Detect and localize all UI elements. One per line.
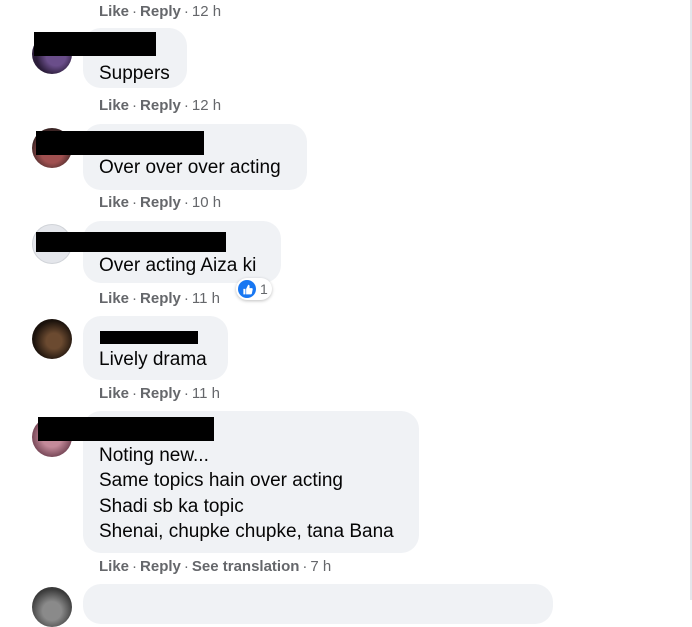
comment-text: Shadi sb ka topic [99,496,244,517]
comment-actions: Like · Reply · 12 h [99,97,222,114]
redacted-author-name [100,331,198,344]
comment-timestamp[interactable]: 7 h [310,558,331,575]
like-icon [238,280,256,298]
redacted-author-name [36,232,226,252]
reply-button[interactable]: Reply [140,194,181,211]
reply-button[interactable]: Reply [140,385,181,402]
see-translation-button[interactable]: See translation [192,558,300,575]
redacted-author-name [38,417,214,441]
comment-text: Lively drama [99,349,207,370]
redacted-author-name [36,131,204,155]
comment-timestamp[interactable]: 11 h [192,290,220,307]
comment-text: Same topics hain over acting [99,470,343,491]
reaction-count: 1 [260,281,268,297]
comment-actions: Like · Reply · 12 h [99,3,222,20]
comment-actions: Like · Reply · 10 h [99,194,222,211]
comment-bubble [83,584,553,624]
comment-text: Shenai, chupke chupke, tana Bana [99,521,394,542]
reply-button[interactable]: Reply [140,97,181,114]
comment-timestamp[interactable]: 12 h [192,3,221,20]
avatar[interactable] [32,319,72,359]
like-button[interactable]: Like [99,385,129,402]
comment-text: Noting new... [99,445,209,466]
like-button[interactable]: Like [99,558,129,575]
reply-button[interactable]: Reply [140,290,181,307]
reply-button[interactable]: Reply [140,558,181,575]
reply-button[interactable]: Reply [140,3,181,20]
comment-text: Over acting Aiza ki [99,255,257,276]
comment-actions: Like · Reply · 11 h [99,385,220,402]
redacted-author-name [34,32,156,56]
comment-actions: Like · Reply · 11 h [99,290,220,307]
like-button[interactable]: Like [99,3,129,20]
comment-timestamp[interactable]: 12 h [192,97,221,114]
comment-text: Over over over acting [99,157,281,178]
reaction-badge[interactable]: 1 [236,278,272,300]
avatar[interactable] [32,587,72,627]
comment-text: Suppers [99,63,170,84]
comment-timestamp[interactable]: 10 h [192,194,221,211]
like-button[interactable]: Like [99,290,129,307]
comment-timestamp[interactable]: 11 h [192,385,220,402]
like-button[interactable]: Like [99,97,129,114]
comment-actions: Like · Reply · See translation · 7 h [99,558,332,575]
like-button[interactable]: Like [99,194,129,211]
